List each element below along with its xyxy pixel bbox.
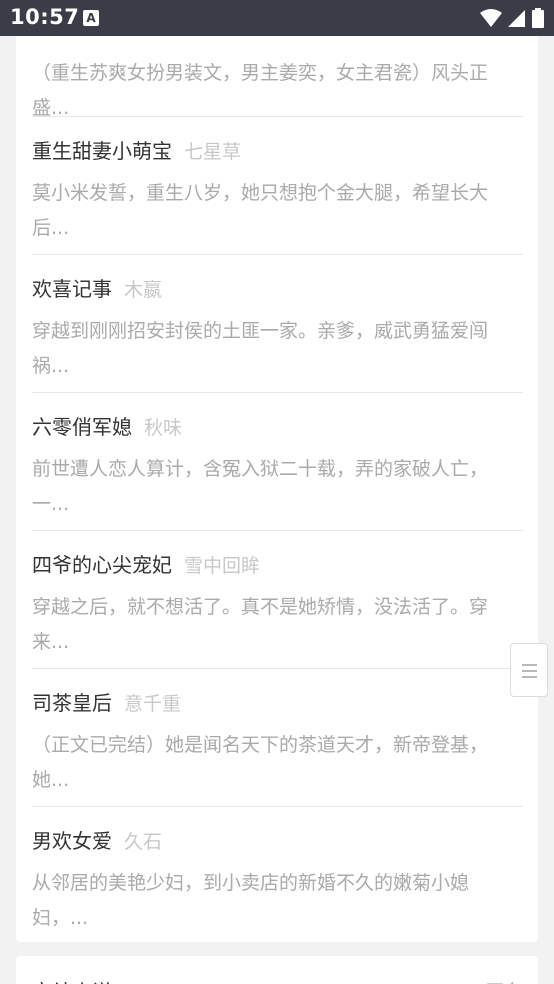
book-list-view[interactable]: （重生苏爽女扮男装文，男主姜奕，女主君瓷）风头正盛... 重生甜妻小萌宝 七星草 … [0, 36, 554, 984]
book-item[interactable]: 司茶皇后 意千重 （正文已完结）她是闻名天下的茶道天才，新帝登基，她... [32, 668, 523, 807]
book-author: 木嬴 [124, 279, 163, 301]
book-author: 意千重 [124, 693, 182, 715]
book-title: 司茶皇后 [32, 691, 112, 715]
handle-grip-icon [522, 670, 537, 672]
book-author: 秋味 [144, 417, 183, 439]
book-description: 莫小米发誓，重生八岁，她只想抱个金大腿，希望长大后... [32, 182, 489, 239]
book-item[interactable]: 六零俏军媳 秋味 前世遭人恋人算计，含冤入狱二十载，弄的家破人亡，一... [32, 392, 523, 531]
book-list-card: （重生苏爽女扮男装文，男主姜奕，女主君瓷）风头正盛... 重生甜妻小萌宝 七星草 … [16, 36, 538, 942]
book-description: 前世遭人恋人算计，含冤入狱二十载，弄的家破人亡，一... [32, 458, 489, 515]
wifi-icon [480, 9, 502, 27]
book-item[interactable]: （重生苏爽女扮男装文，男主姜奕，女主君瓷）风头正盛... [32, 36, 523, 119]
book-title: 欢喜记事 [32, 277, 112, 301]
book-heading: 四爷的心尖宠妃 雪中回眸 [32, 552, 260, 580]
book-title: 男欢女爱 [32, 829, 112, 853]
next-section-card: 完结小说 更多 [16, 956, 538, 984]
book-heading: 欢喜记事 木嬴 [32, 276, 162, 304]
book-author: 雪中回眸 [184, 555, 261, 577]
status-bar: 10:57 A [0, 0, 554, 36]
book-heading: 重生甜妻小萌宝 七星草 [32, 138, 241, 166]
book-heading: 六零俏军媳 秋味 [32, 414, 182, 442]
status-icons [480, 8, 544, 28]
book-item[interactable]: 重生甜妻小萌宝 七星草 莫小米发誓，重生八岁，她只想抱个金大腿，希望长大后... [32, 116, 523, 255]
notification-icon: A [83, 10, 99, 26]
book-description: 从邻居的美艳少妇，到小卖店的新婚不久的嫩菊小媳妇，... [32, 872, 470, 929]
battery-icon [532, 8, 544, 28]
handle-grip-icon [522, 664, 537, 666]
book-item[interactable]: 四爷的心尖宠妃 雪中回眸 穿越之后，就不想活了。真不是她矫情，没法活了。穿来... [32, 530, 523, 669]
book-author: 七星草 [184, 141, 242, 163]
handle-grip-icon [522, 676, 537, 678]
more-link[interactable]: 更多 [486, 978, 522, 984]
book-item[interactable]: 欢喜记事 木嬴 穿越到刚刚招安封侯的土匪一家。亲爹，威武勇猛爱闯祸... [32, 254, 523, 393]
status-time: 10:57 [10, 5, 80, 29]
fast-scroll-handle[interactable] [510, 643, 548, 697]
book-description: （正文已完结）她是闻名天下的茶道天才，新帝登基，她... [32, 734, 489, 791]
book-heading: 男欢女爱 久石 [32, 828, 162, 856]
book-heading: 司茶皇后 意千重 [32, 690, 181, 718]
book-description: 穿越之后，就不想活了。真不是她矫情，没法活了。穿来... [32, 596, 489, 653]
book-title: 重生甜妻小萌宝 [32, 139, 172, 163]
book-description: 穿越到刚刚招安封侯的土匪一家。亲爹，威武勇猛爱闯祸... [32, 320, 489, 377]
signal-icon [508, 10, 525, 27]
section-title: 完结小说 [32, 976, 112, 984]
book-author: 久石 [124, 831, 163, 853]
book-title: 四爷的心尖宠妃 [32, 553, 172, 577]
book-item[interactable]: 男欢女爱 久石 从邻居的美艳少妇，到小卖店的新婚不久的嫩菊小媳妇，... [32, 806, 523, 942]
book-title: 六零俏军媳 [32, 415, 132, 439]
